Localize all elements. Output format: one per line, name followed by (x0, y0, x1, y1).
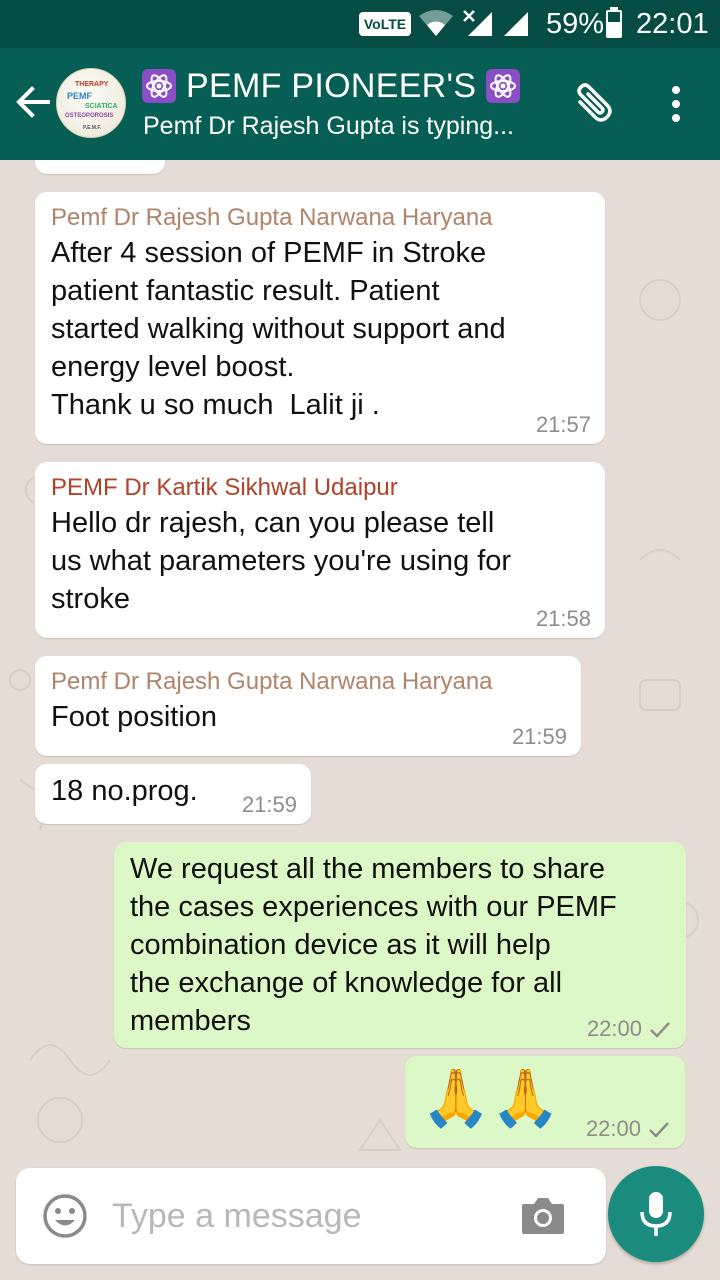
message-bubble[interactable]: PEMF Dr Kartik Sikhwal Udaipur Hello dr … (35, 462, 605, 638)
typing-status: Pemf Dr Rajesh Gupta is typing... (143, 112, 514, 140)
group-title-row[interactable]: PEMF PIONEER'S (142, 66, 521, 106)
message-time: 21:59 (511, 724, 567, 749)
sent-check-icon (650, 1022, 670, 1038)
message-time: 21:59 (241, 792, 297, 817)
message-list[interactable]: Pemf Dr Rajesh Gupta Narwana Haryana Aft… (0, 160, 720, 1170)
avatar-word: PEMF (67, 91, 93, 101)
signal-icon (504, 12, 528, 36)
status-bar: VoLTE 59% 22:01 (0, 0, 720, 48)
message-time: 21:58 (535, 606, 591, 631)
avatar-word: THERAPY (75, 81, 109, 88)
message-composer (16, 1168, 606, 1264)
message-sender[interactable]: Pemf Dr Rajesh Gupta Narwana Haryana (51, 202, 589, 234)
message-sender[interactable]: PEMF Dr Kartik Sikhwal Udaipur (51, 472, 589, 504)
message-input[interactable] (112, 1192, 492, 1240)
message-bubble-outgoing[interactable]: We request all the members to share the … (114, 842, 686, 1048)
more-options-icon[interactable] (666, 84, 686, 124)
message-time-text: 22:00 (585, 1116, 641, 1141)
previous-message-bubble[interactable] (35, 160, 165, 174)
message-bubble[interactable]: Pemf Dr Rajesh Gupta Narwana Haryana Aft… (35, 192, 605, 444)
message-time-text: 22:00 (586, 1016, 642, 1041)
message-text: We request all the members to share the … (130, 853, 617, 1037)
message-bubble[interactable]: Pemf Dr Rajesh Gupta Narwana Haryana Foo… (35, 656, 581, 756)
message-text: After 4 session of PEMF in Stroke patien… (51, 237, 506, 421)
microphone-icon (640, 1192, 672, 1236)
message-text: Foot position (51, 701, 218, 733)
battery-icon (606, 10, 622, 38)
message-bubble-outgoing[interactable]: 🙏🙏 22:00 (405, 1056, 685, 1148)
message-text: Hello dr rajesh, can you please tell us … (51, 507, 512, 615)
sent-check-icon (649, 1122, 669, 1138)
atom-symbol-icon (486, 69, 521, 103)
wifi-icon (419, 10, 453, 36)
atom-symbol-icon (142, 69, 176, 103)
avatar-word: SCIATICA (85, 103, 118, 110)
message-time: 22:00 (586, 1116, 671, 1142)
camera-icon[interactable] (520, 1196, 566, 1236)
message-bubble[interactable]: 18 no.prog. 21:59 (35, 764, 311, 824)
paperclip-icon[interactable] (568, 80, 616, 128)
message-sender[interactable]: Pemf Dr Rajesh Gupta Narwana Haryana (51, 666, 565, 698)
group-avatar[interactable]: THERAPY PEMF SCIATICA OSTEOPOROSIS P.E.M… (56, 68, 126, 138)
avatar-word: OSTEOPOROSIS (65, 113, 114, 119)
clock: 22:01 (636, 8, 709, 40)
signal-no-data-icon (463, 10, 492, 36)
back-arrow-icon[interactable] (12, 82, 52, 122)
avatar-word: P.E.M.F. (83, 125, 102, 131)
message-time: 21:57 (535, 412, 591, 437)
group-title: PEMF PIONEER'S (186, 66, 477, 105)
volte-indicator: VoLTE (359, 12, 411, 36)
emoji-icon[interactable] (42, 1193, 88, 1239)
battery-percent: 59% (546, 8, 605, 40)
voice-record-button[interactable] (608, 1166, 704, 1262)
message-time: 22:00 (587, 1016, 672, 1042)
chat-header: THERAPY PEMF SCIATICA OSTEOPOROSIS P.E.M… (0, 48, 720, 160)
